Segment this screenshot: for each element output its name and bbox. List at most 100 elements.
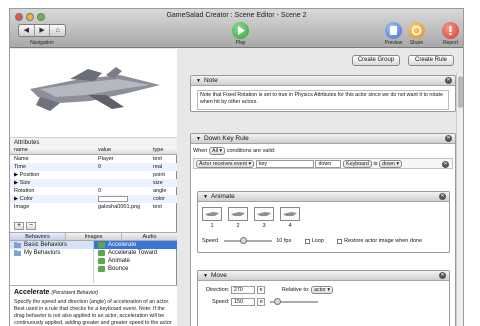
attribute-type: text [153, 156, 162, 162]
behavior-item-animate[interactable]: Animate [94, 257, 177, 265]
restore-image-checkbox[interactable] [337, 238, 343, 244]
tab-images[interactable]: Images [66, 233, 122, 240]
relative-to-label: Relative to: [281, 287, 310, 293]
preview-button[interactable] [385, 22, 402, 39]
navigation-control: ◀ ▶ ⌂ [18, 24, 66, 37]
nav-back-button[interactable]: ◀ [19, 25, 35, 36]
tab-behaviors[interactable]: Behaviors [10, 233, 66, 240]
window-title: GameSalad Creator : Scene Editor - Scene… [166, 12, 307, 19]
frame-number: 1 [210, 223, 214, 229]
attribute-value[interactable]: galosha0001.png [96, 203, 151, 211]
move-speed-label: Speed: [212, 299, 230, 305]
report-button[interactable] [442, 22, 459, 39]
slider-thumb[interactable] [239, 237, 247, 244]
column-header-type[interactable]: type [151, 147, 177, 154]
attribute-row[interactable]: Rotation 0 angle [10, 187, 177, 195]
state-dropdown[interactable]: down ▾ [379, 160, 402, 168]
when-label: When [193, 148, 208, 154]
attribute-row[interactable]: Time 0 real [10, 163, 177, 171]
is-label: is [373, 161, 378, 167]
behavior-icon [98, 250, 105, 256]
behavior-library: Basic Behaviors My Behaviors Accelerate … [10, 241, 177, 283]
color-swatch[interactable] [98, 195, 128, 202]
attribute-value[interactable] [96, 171, 151, 179]
play-button[interactable] [232, 22, 249, 39]
attribute-row[interactable]: Name Player text [10, 155, 177, 163]
behavior-group-list: Basic Behaviors My Behaviors [10, 241, 94, 283]
close-icon[interactable]: ✕ [439, 193, 446, 200]
preview-icon [390, 26, 397, 35]
animation-frame[interactable] [202, 207, 222, 221]
rule-title[interactable]: Down Key Rule [204, 135, 249, 142]
scroll-thumb[interactable] [458, 76, 463, 108]
animation-frame[interactable] [228, 207, 248, 221]
disclosure-triangle-icon[interactable]: ▼ [196, 78, 201, 84]
note-text[interactable]: Note that Fixed Rotation is set to true … [197, 90, 449, 110]
remove-condition-icon[interactable]: ✕ [442, 161, 449, 168]
attribute-type: color [153, 196, 165, 202]
behavior-item-bounce[interactable]: Bounce [94, 265, 177, 273]
attribute-row[interactable]: ▶ Color color [10, 195, 177, 203]
attribute-row[interactable]: ▶ Size size [10, 179, 177, 187]
column-header-name[interactable]: name [10, 147, 96, 154]
folder-icon [14, 242, 21, 248]
disclosure-triangle-icon[interactable]: ▼ [196, 136, 201, 142]
behavior-item-accelerate-toward[interactable]: Accelerate Toward [94, 249, 177, 257]
condition-key-field[interactable]: down [315, 160, 342, 168]
all-any-value: All [212, 148, 218, 154]
attributes-table: name value type Name Player text Time 0 real… [10, 147, 177, 211]
behavior-icon [98, 258, 105, 264]
condition-key-dropdown[interactable]: key [255, 160, 314, 168]
attribute-value[interactable] [96, 179, 151, 187]
relative-to-dropdown[interactable]: actor ▾ [311, 286, 334, 294]
behavior-group-basic[interactable]: Basic Behaviors [10, 241, 93, 249]
scene-editor-window: GameSalad Creator : Scene Editor - Scene… [9, 8, 464, 326]
animate-header[interactable]: ▼ Animate ✕ [198, 192, 449, 202]
speed-slider[interactable] [223, 237, 272, 244]
remove-attribute-button[interactable]: − [26, 222, 36, 230]
attribute-row[interactable]: Image galosha0001.png text [10, 203, 177, 211]
slider-thumb[interactable] [274, 298, 282, 305]
color-swatch-cell[interactable] [96, 195, 151, 203]
attribute-value[interactable]: 0 [96, 187, 151, 195]
create-rule-button[interactable]: Create Rule [408, 55, 454, 66]
behavior-group-my[interactable]: My Behaviors [10, 249, 93, 257]
keyboard-button[interactable]: Keyboard [343, 160, 372, 168]
speed-value: 10 fps [276, 238, 292, 244]
note-header[interactable]: ▼ Note ✕ [191, 76, 455, 86]
add-attribute-button[interactable]: + [14, 222, 24, 230]
all-any-dropdown[interactable]: All ▾ [209, 147, 226, 155]
vertical-scrollbar[interactable] [456, 73, 463, 326]
direction-expression-button[interactable]: e [256, 286, 265, 294]
share-button[interactable] [408, 22, 425, 39]
create-group-button[interactable]: Create Group [352, 55, 400, 66]
animation-frame[interactable] [280, 207, 300, 221]
loop-checkbox[interactable] [304, 238, 310, 244]
nav-forward-button[interactable]: ▶ [35, 25, 51, 36]
move-header[interactable]: ▼ Move ✕ [198, 271, 449, 281]
move-panel: ▼ Move ✕ Direction: 270 e Relative to: ac… [197, 270, 450, 326]
move-speed-slider[interactable] [270, 298, 319, 305]
close-icon[interactable]: ✕ [445, 77, 452, 84]
attribute-row[interactable]: ▶ Position point [10, 171, 177, 179]
rule-header[interactable]: ▼ Down Key Rule ✕ [191, 134, 455, 144]
direction-field[interactable]: 270 [230, 286, 255, 294]
move-speed-field[interactable]: 150 [231, 298, 256, 306]
animation-frame[interactable] [254, 207, 274, 221]
attribute-name: Time [14, 164, 27, 170]
close-icon[interactable]: ✕ [439, 272, 446, 279]
column-header-value[interactable]: value [96, 147, 151, 154]
attribute-name: Name [14, 156, 29, 162]
tab-audio[interactable]: Audio [122, 233, 177, 240]
attribute-value[interactable]: 0 [96, 163, 151, 171]
behavior-description: Accelerate (Persistent Behavior) Specify… [10, 285, 177, 326]
close-icon[interactable]: ✕ [445, 135, 452, 142]
disclosure-triangle-icon[interactable]: ▼ [203, 194, 208, 200]
condition-event-dropdown[interactable]: Actor receives event ▾ [196, 160, 255, 168]
attribute-value[interactable]: Player [96, 155, 151, 163]
nav-home-button[interactable]: ⌂ [50, 25, 65, 36]
speed-expression-button[interactable]: e [256, 298, 265, 306]
behavior-item-accelerate[interactable]: Accelerate [94, 241, 177, 249]
direction-label: Direction: [206, 287, 230, 293]
disclosure-triangle-icon[interactable]: ▼ [203, 273, 208, 279]
